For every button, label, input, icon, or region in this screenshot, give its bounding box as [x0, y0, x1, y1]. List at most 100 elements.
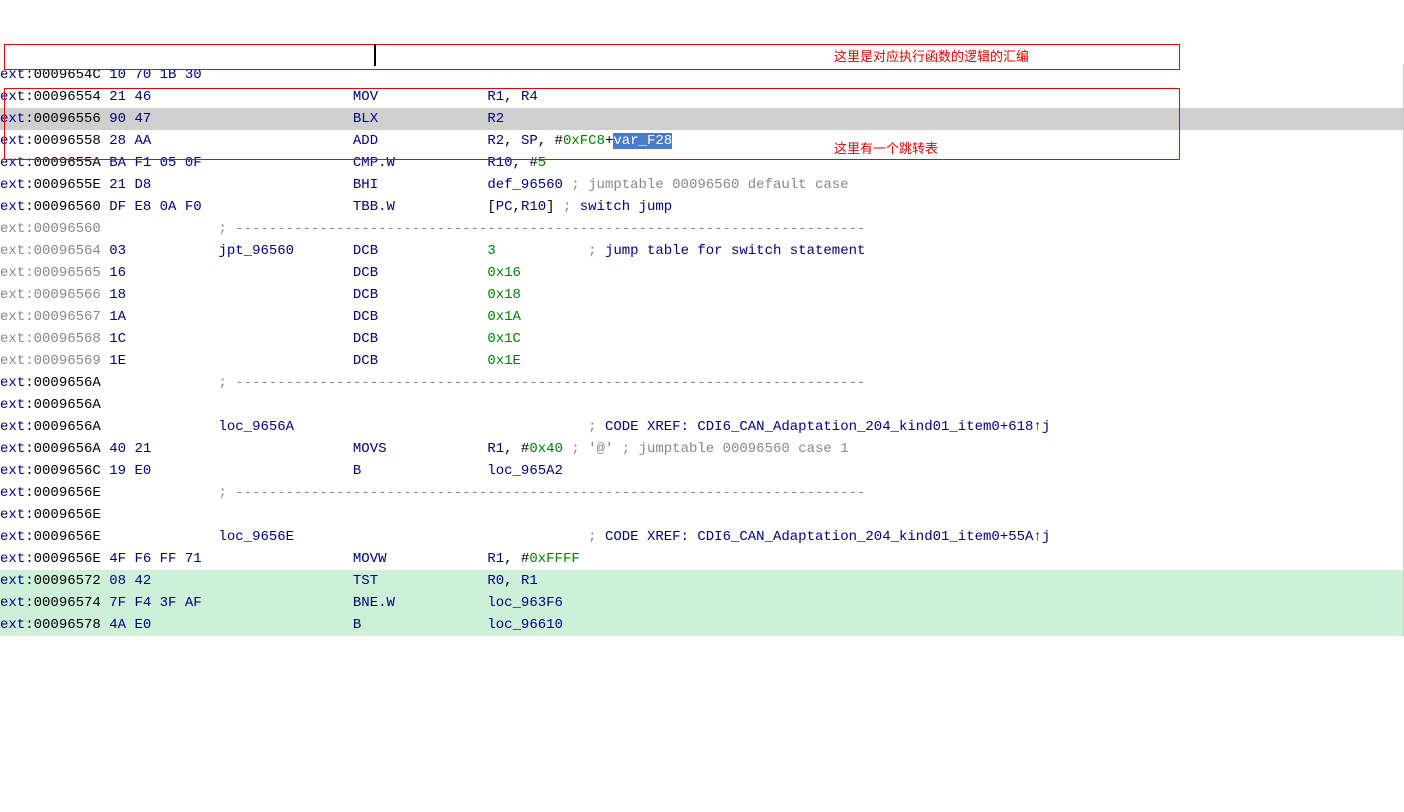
bytes: 21 46 [109, 89, 218, 105]
disasm-line[interactable]: ext:0009656C 19 E0 B loc_965A2 [0, 460, 1404, 482]
disassembly-view[interactable]: ext:0009654C 10 70 1B 30 ext:00096554 21… [0, 64, 1404, 636]
address: 00096560 [34, 221, 110, 237]
disasm-line[interactable]: ext:00096558 28 AA ADD R2, SP, #0xFC8+va… [0, 130, 1404, 152]
segment: ext [0, 177, 25, 193]
bytes: BA F1 05 0F [109, 155, 218, 171]
address: 00096567 [34, 309, 110, 325]
segment: ext [0, 199, 25, 215]
disasm-line[interactable]: ext:00096572 08 42 TST R0, R1 [0, 570, 1404, 592]
operands: [PC,R10] [487, 199, 554, 215]
mnemonic: DCB [353, 243, 487, 259]
address: 0009655E [34, 177, 110, 193]
bytes [109, 221, 218, 237]
address: 00096560 [34, 199, 110, 215]
disasm-line[interactable]: ext:00096560 DF E8 0A F0 TBB.W [PC,R10] … [0, 196, 1404, 218]
segment: ext [0, 243, 25, 259]
disasm-line[interactable]: ext:00096554 21 46 MOV R1, R4 [0, 86, 1404, 108]
label [218, 177, 352, 193]
segment: ext [0, 463, 25, 479]
mnemonic: BHI [353, 177, 487, 193]
address: 00096578 [34, 617, 110, 633]
label [218, 67, 352, 83]
bytes [109, 419, 218, 435]
segment: ext [0, 67, 25, 83]
operands: loc_963F6 [487, 595, 563, 611]
bytes: 18 [109, 287, 218, 303]
address: 0009656E [34, 507, 110, 523]
comment: ; jump table for switch statement [588, 243, 865, 259]
comment: ; '@' ; jumptable 00096560 case 1 [563, 441, 849, 457]
mnemonic: DCB [353, 353, 487, 369]
disasm-line[interactable]: ext:00096567 1A DCB 0x1A [0, 306, 1404, 328]
disasm-line[interactable]: ext:0009655E 21 D8 BHI def_96560 ; jumpt… [0, 174, 1404, 196]
label: loc_9656A [218, 419, 352, 435]
label [218, 463, 352, 479]
disasm-line[interactable]: ext:00096566 18 DCB 0x18 [0, 284, 1404, 306]
operands: R1, R4 [487, 89, 537, 105]
operands: R2, SP, #0xFC8+var_F28 [487, 133, 672, 149]
operands: 0x1E [487, 353, 521, 369]
bytes: 40 21 [109, 441, 218, 457]
disasm-line[interactable]: ext:00096574 7F F4 3F AF BNE.W loc_963F6 [0, 592, 1404, 614]
bytes [109, 485, 218, 501]
operands: 0x18 [487, 287, 521, 303]
text-caret [374, 44, 376, 66]
label [218, 617, 352, 633]
disasm-line[interactable]: ext:0009656E loc_9656E ; CODE XREF: CDI6… [0, 526, 1404, 548]
mnemonic: MOVS [353, 441, 487, 457]
operands: R2 [487, 111, 504, 127]
segment: ext [0, 353, 25, 369]
bytes [109, 529, 218, 545]
segment: ext [0, 551, 25, 567]
mnemonic: BNE.W [353, 595, 487, 611]
disasm-line[interactable]: ext:0009656A ; -------------------------… [0, 372, 1404, 394]
bytes: 4A E0 [109, 617, 218, 633]
address: 00096565 [34, 265, 110, 281]
segment: ext [0, 419, 25, 435]
disasm-line[interactable]: ext:0009656E 4F F6 FF 71 MOVW R1, #0xFFF… [0, 548, 1404, 570]
operands: 0x1C [487, 331, 521, 347]
disasm-line[interactable]: ext:00096568 1C DCB 0x1C [0, 328, 1404, 350]
segment: ext [0, 221, 25, 237]
disasm-line[interactable]: ext:00096564 03 jpt_96560 DCB 3 ; jump t… [0, 240, 1404, 262]
operands: 3 [487, 243, 495, 259]
label [218, 595, 352, 611]
operands: 0x16 [487, 265, 521, 281]
disasm-line[interactable]: ext:0009656A [0, 394, 1404, 416]
label: loc_9656E [218, 529, 352, 545]
disasm-line[interactable]: ext:0009654C 10 70 1B 30 [0, 64, 1404, 86]
disasm-line[interactable]: ext:0009656E ; -------------------------… [0, 482, 1404, 504]
disasm-line[interactable]: ext:0009656E [0, 504, 1404, 526]
disasm-line[interactable]: ext:0009656A 40 21 MOVS R1, #0x40 ; '@' … [0, 438, 1404, 460]
label [218, 441, 352, 457]
disasm-line[interactable]: ext:00096578 4A E0 B loc_96610 [0, 614, 1404, 636]
mnemonic: TBB.W [353, 199, 487, 215]
mnemonic: DCB [353, 331, 487, 347]
annotation-text-2: 这里有一个跳转表 [834, 138, 938, 157]
disasm-line[interactable]: ext:00096556 90 47 BLX R2 [0, 108, 1404, 130]
operands: R10, #5 [487, 155, 546, 171]
label [218, 287, 352, 303]
disasm-line[interactable]: ext:00096569 1E DCB 0x1E [0, 350, 1404, 372]
bytes: 19 E0 [109, 463, 218, 479]
operands: R1, #0xFFFF [487, 551, 579, 567]
mnemonic: ADD [353, 133, 487, 149]
disasm-line[interactable]: ext:0009655A BA F1 05 0F CMP.W R10, #5 [0, 152, 1404, 174]
bytes: 10 70 1B 30 [109, 67, 218, 83]
disasm-line[interactable]: ext:00096560 ; -------------------------… [0, 218, 1404, 240]
segment: ext [0, 617, 25, 633]
operands: 0x1A [487, 309, 521, 325]
address: 00096558 [34, 133, 110, 149]
disasm-line[interactable]: ext:0009656A loc_9656A ; CODE XREF: CDI6… [0, 416, 1404, 438]
disasm-line[interactable]: ext:00096565 16 DCB 0x16 [0, 262, 1404, 284]
mnemonic: TST [353, 573, 487, 589]
bytes [109, 397, 218, 413]
label [218, 309, 352, 325]
segment: ext [0, 133, 25, 149]
segment: ext [0, 507, 25, 523]
mnemonic: B [353, 463, 487, 479]
comment: ; jumptable 00096560 default case [563, 177, 849, 193]
mnemonic [353, 419, 487, 435]
segment: ext [0, 573, 25, 589]
label [218, 397, 352, 413]
